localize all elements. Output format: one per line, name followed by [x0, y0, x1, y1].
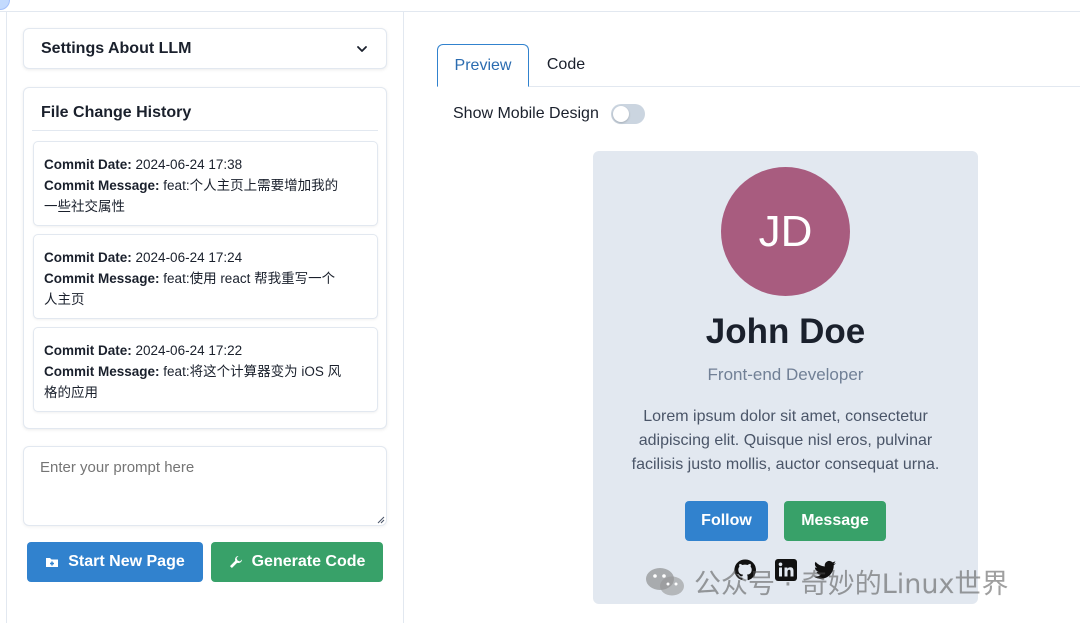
commit-message-cont: 人主页 [44, 292, 85, 307]
folder-plus-icon [46, 558, 59, 567]
chevron-down-icon [357, 45, 367, 52]
resize-grip-icon[interactable] [377, 516, 385, 524]
commit-item[interactable]: Commit Date: 2024-06-24 17:22 Commit Mes… [33, 327, 378, 412]
profile-role: Front-end Developer [707, 365, 864, 384]
commit-item[interactable]: Commit Date: 2024-06-24 17:24 Commit Mes… [33, 234, 378, 319]
left-panel: Settings About LLM File Change History C… [6, 12, 404, 623]
commit-message: feat:将这个计算器变为 iOS 风 [163, 364, 342, 379]
generate-code-button[interactable]: Generate Code [211, 542, 383, 582]
commit-message-label: Commit Message: [44, 271, 160, 286]
watermark: 公众号 · 奇妙的Linux世界 [644, 562, 1009, 601]
commit-date: 2024-06-24 17:24 [135, 250, 243, 265]
mobile-design-switch[interactable] [610, 104, 645, 124]
mobile-design-toggle-row: Show Mobile Design [453, 104, 645, 124]
wechat-icon [646, 567, 684, 595]
profile-bio: Lorem ipsum dolor sit amet, consectetur … [631, 408, 940, 473]
commit-message: feat:使用 react 帮我重写一个 [163, 271, 336, 286]
follow-button[interactable]: Follow [685, 501, 768, 541]
commit-date-label: Commit Date: [44, 250, 132, 265]
app-window: Settings About LLM File Change History C… [0, 0, 1080, 623]
profile-card: JD John Doe Front-end Developer Lorem ip… [593, 151, 978, 604]
message-button[interactable]: Message [784, 501, 886, 541]
watermark-text: 公众号 · 奇妙的Linux世界 [694, 569, 1009, 600]
file-change-history: File Change History Commit Date: 2024-06… [23, 87, 387, 429]
commit-message-label: Commit Message: [44, 364, 160, 379]
mobile-design-label: Show Mobile Design [453, 105, 599, 122]
settings-accordion[interactable]: Settings About LLM [23, 28, 387, 69]
switch-knob [612, 106, 629, 122]
history-title: File Change History [41, 104, 192, 121]
generate-code-label: Generate Code [251, 553, 366, 570]
avatar: JD [721, 167, 850, 296]
commit-date: 2024-06-24 17:38 [135, 157, 243, 172]
history-divider [32, 130, 378, 131]
commit-date-label: Commit Date: [44, 157, 132, 172]
settings-title: Settings About LLM [41, 39, 192, 57]
corner-indicator [0, 0, 10, 10]
commit-item[interactable]: Commit Date: 2024-06-24 17:38 Commit Mes… [33, 141, 378, 226]
commit-message-cont: 格的应用 [44, 385, 98, 400]
start-new-page-label: Start New Page [68, 553, 185, 570]
prompt-input[interactable] [23, 446, 387, 526]
commit-date-label: Commit Date: [44, 343, 132, 358]
start-new-page-button[interactable]: Start New Page [27, 542, 203, 582]
commit-message-cont: 一些社交属性 [44, 199, 125, 214]
wrench-icon [229, 556, 242, 568]
tab-code[interactable]: Code [530, 44, 602, 86]
tabs-divider [437, 86, 1080, 87]
commit-date: 2024-06-24 17:22 [135, 343, 243, 358]
profile-name: John Doe [705, 312, 866, 351]
commit-message-label: Commit Message: [44, 178, 160, 193]
tab-preview[interactable]: Preview [437, 44, 529, 87]
commit-message: feat:个人主页上需要增加我的 [163, 178, 339, 193]
